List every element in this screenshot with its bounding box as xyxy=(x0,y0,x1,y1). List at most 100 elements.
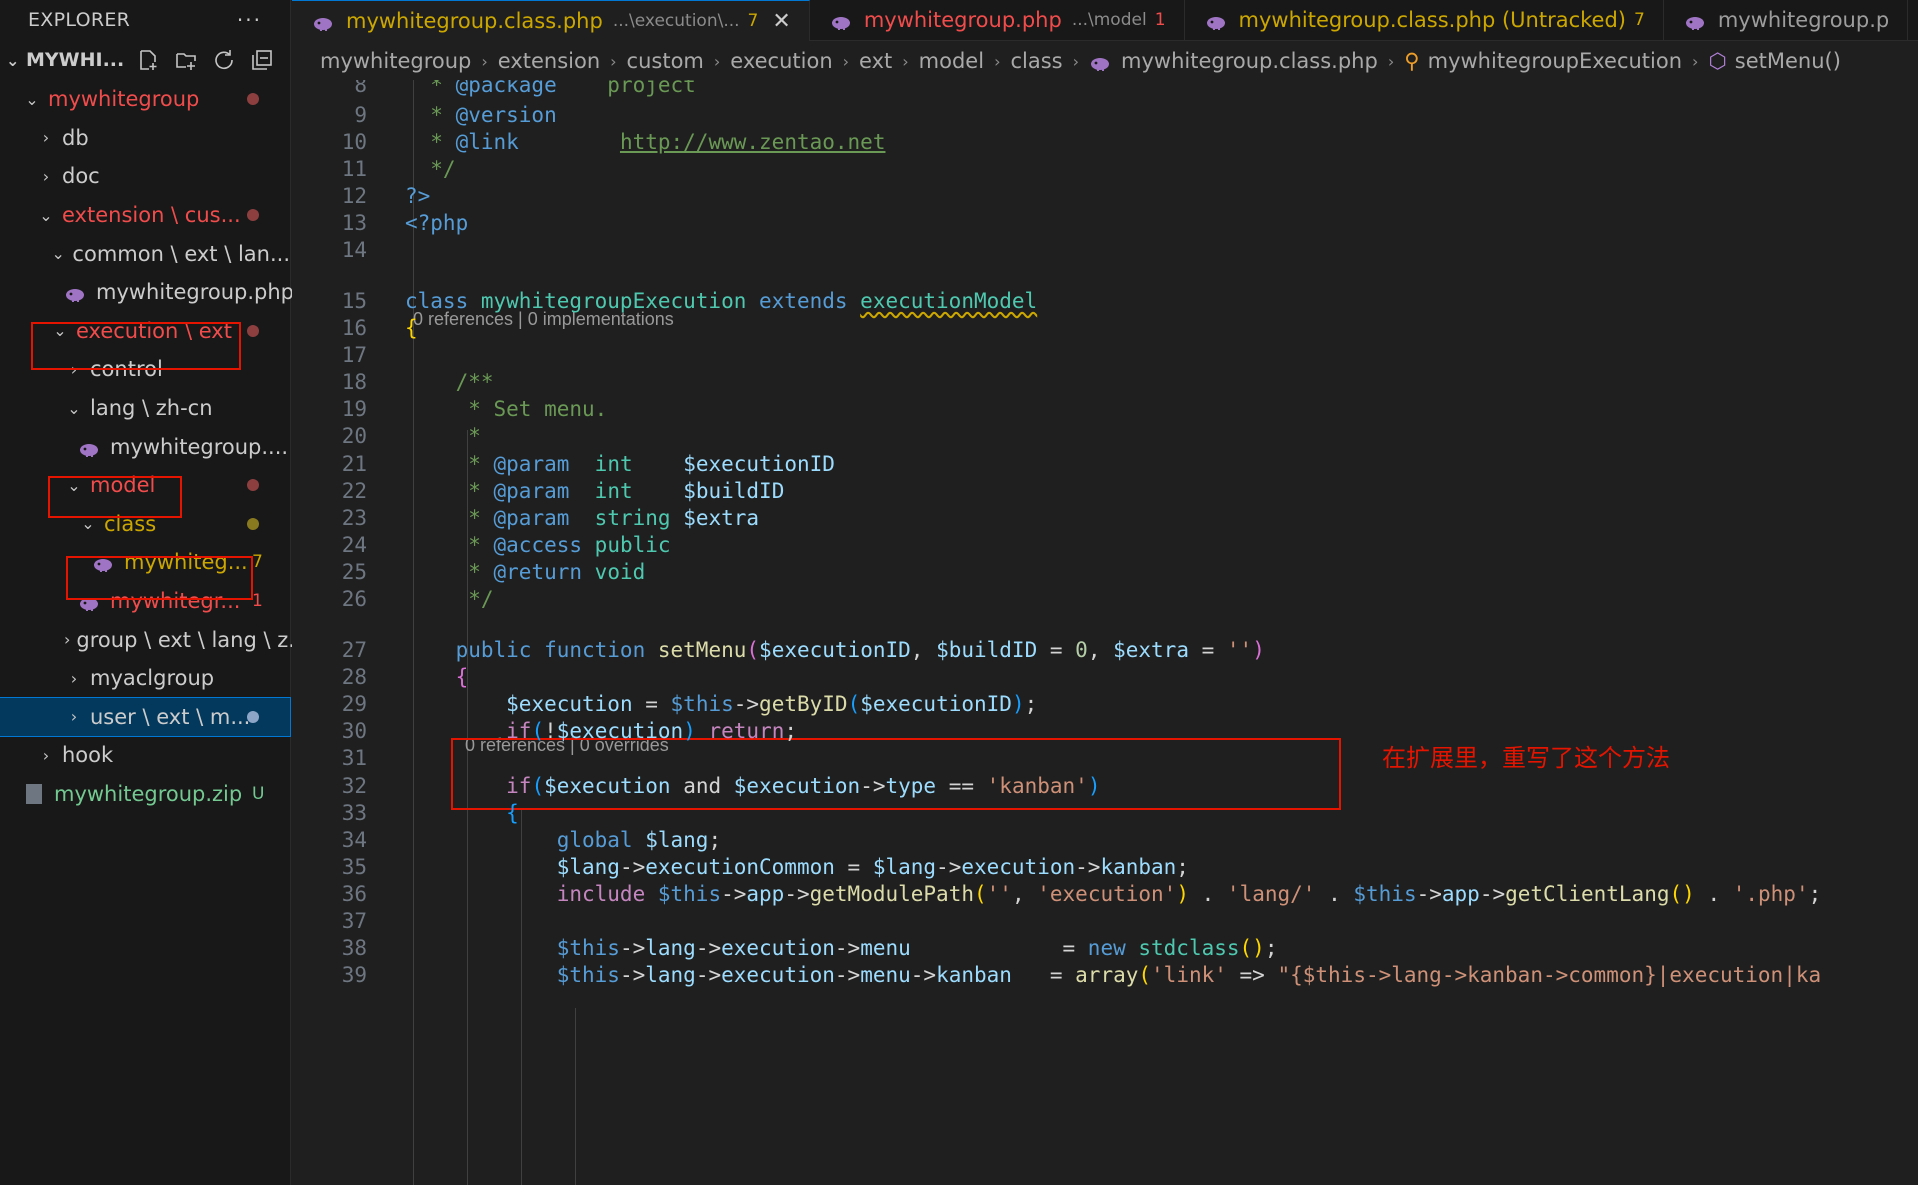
chevron-down-icon[interactable]: ⌄ xyxy=(64,476,84,495)
breadcrumb-item[interactable]: setMenu() xyxy=(1735,49,1841,73)
code-token: . xyxy=(1188,881,1227,906)
chevron-down-icon[interactable]: ⌄ xyxy=(78,514,98,533)
breadcrumb-item[interactable]: ext xyxy=(859,49,892,73)
tree-item[interactable]: ⌄ execution \ ext xyxy=(0,312,290,351)
code-token: 0 xyxy=(1075,637,1088,662)
code-token: -> xyxy=(619,854,646,879)
chevron-right-icon[interactable]: › xyxy=(64,360,84,379)
tree-item[interactable]: ⌄ model xyxy=(0,466,290,505)
editor-tab[interactable]: mywhitegroup.p xyxy=(1663,0,1909,40)
refresh-icon[interactable] xyxy=(212,48,236,72)
tree-item[interactable]: mywhitegroup.php xyxy=(0,273,294,312)
code-text: { xyxy=(405,665,469,689)
code-token: stdclass xyxy=(1138,935,1240,960)
php-file-icon xyxy=(1205,12,1227,30)
code-token: http://www.zentao.net xyxy=(619,129,886,154)
code-token: public xyxy=(582,532,671,557)
tree-item[interactable]: › control xyxy=(0,350,290,389)
collapse-all-icon[interactable] xyxy=(250,48,274,72)
code-token: ; xyxy=(1808,881,1822,906)
chevron-down-icon[interactable]: ⌄ xyxy=(50,321,70,340)
php-file-icon xyxy=(92,554,114,573)
file-tree: ⌄ mywhitegroup › db › doc ⌄ extension \ cus... ⌄… xyxy=(0,80,308,814)
new-file-icon[interactable] xyxy=(136,48,160,72)
breadcrumb-item[interactable]: extension xyxy=(498,49,600,73)
new-folder-icon[interactable] xyxy=(174,48,198,72)
tree-item[interactable]: ⌄ extension \ cus... xyxy=(0,196,290,235)
code-token: ( xyxy=(974,881,987,906)
code-token: return xyxy=(695,718,785,743)
workspace-section-header[interactable]: ⌄ MYWHI... xyxy=(0,40,290,80)
editor-tab[interactable]: mywhitegroup.class.php ...\execution\... 7… xyxy=(292,0,810,41)
line-number: 39 xyxy=(341,962,367,987)
code-token: () xyxy=(1239,935,1265,960)
code-token: void xyxy=(582,559,646,584)
code-line[interactable]: 39 $this->lang->execution->menu->kanban … xyxy=(292,958,1918,991)
breadcrumb-item[interactable]: mywhitegroup.class.php xyxy=(1121,49,1378,73)
php-file-icon xyxy=(1684,12,1706,30)
code-line[interactable]: 26 */ xyxy=(292,582,1918,615)
chevron-right-icon[interactable]: › xyxy=(36,128,56,147)
code-token: ) xyxy=(1252,637,1265,662)
breadcrumb-item[interactable]: custom xyxy=(627,49,704,73)
line-number: 36 xyxy=(341,881,367,906)
chevron-right-icon: › xyxy=(994,51,1001,71)
tree-item[interactable]: mywhitegroup.... xyxy=(0,427,290,466)
tree-item[interactable]: › user \ ext \ m... xyxy=(0,696,291,738)
chevron-right-icon[interactable]: › xyxy=(36,746,56,765)
tree-item[interactable]: › db xyxy=(0,119,290,158)
tree-item[interactable]: ⌄ mywhitegroup xyxy=(0,80,290,119)
code-token: $this xyxy=(556,935,620,960)
workspace-name[interactable]: MYWHI... xyxy=(26,49,124,71)
more-actions-icon[interactable]: ··· xyxy=(237,8,262,32)
tree-item[interactable]: › group \ ext \ lang \ z... xyxy=(0,620,308,659)
chevron-right-icon[interactable]: › xyxy=(64,669,84,688)
code-token: $execution xyxy=(506,691,633,716)
close-icon[interactable]: ✕ xyxy=(772,9,790,34)
breadcrumb-item[interactable]: mywhitegroupExecution xyxy=(1428,49,1682,73)
tree-item-label: control xyxy=(90,357,163,382)
tab-problem-count: 1 xyxy=(1154,10,1166,30)
tree-item[interactable]: › doc xyxy=(0,157,290,196)
tree-item-label: mywhitegr... xyxy=(110,589,241,614)
tree-item[interactable]: › hook xyxy=(0,736,290,775)
chevron-right-icon[interactable]: › xyxy=(36,167,56,186)
code-editor[interactable]: 0 references | 0 implementations 0 refer… xyxy=(292,80,1918,1185)
code-token: , xyxy=(1087,637,1114,662)
code-token: ) xyxy=(1011,691,1025,716)
code-token: ( xyxy=(531,773,545,798)
chevron-down-icon[interactable]: ⌄ xyxy=(50,244,66,263)
tree-item[interactable]: ⌄ lang \ zh-cn xyxy=(0,389,290,428)
editor-tab[interactable]: mywhitegroup.class.php (Untracked) 7 xyxy=(1184,0,1664,40)
code-line[interactable]: 14 xyxy=(292,233,1918,266)
line-number: 23 xyxy=(341,505,367,530)
tree-item[interactable]: › myaclgroup xyxy=(0,659,290,698)
breadcrumb-item[interactable]: class xyxy=(1010,49,1062,73)
chevron-right-icon[interactable]: › xyxy=(64,707,84,726)
tree-item[interactable]: mywhitegr... 1 xyxy=(0,582,290,621)
chevron-right-icon[interactable]: › xyxy=(64,630,70,649)
code-token: -> xyxy=(721,881,747,906)
breadcrumb-item[interactable]: execution xyxy=(730,49,832,73)
tree-item[interactable]: ⌄ common \ ext \ lan... xyxy=(0,234,291,273)
tree-item[interactable]: ⌄ class xyxy=(0,505,290,544)
editor-tab[interactable]: mywhitegroup.php ...\model 1 xyxy=(809,0,1185,40)
php-file-icon xyxy=(78,439,100,457)
code-token: kanban xyxy=(1100,854,1177,879)
breadcrumb-item[interactable]: model xyxy=(919,49,984,73)
tree-item[interactable]: mywhiteg... 7 xyxy=(0,543,290,582)
code-token: ; xyxy=(1024,691,1038,716)
line-number: 12 xyxy=(341,183,367,208)
chevron-down-icon[interactable]: ⌄ xyxy=(64,399,84,418)
tree-item[interactable]: mywhitegroup.zip U xyxy=(0,775,290,814)
breadcrumb-item[interactable]: mywhitegroup xyxy=(320,49,471,73)
chevron-down-icon[interactable]: ⌄ xyxy=(6,51,26,70)
code-token: setMenu xyxy=(657,637,747,662)
chevron-down-icon[interactable]: ⌄ xyxy=(22,90,42,109)
chevron-down-icon[interactable]: ⌄ xyxy=(36,206,56,225)
line-number: 21 xyxy=(341,451,367,476)
code-token: $this xyxy=(670,691,734,716)
